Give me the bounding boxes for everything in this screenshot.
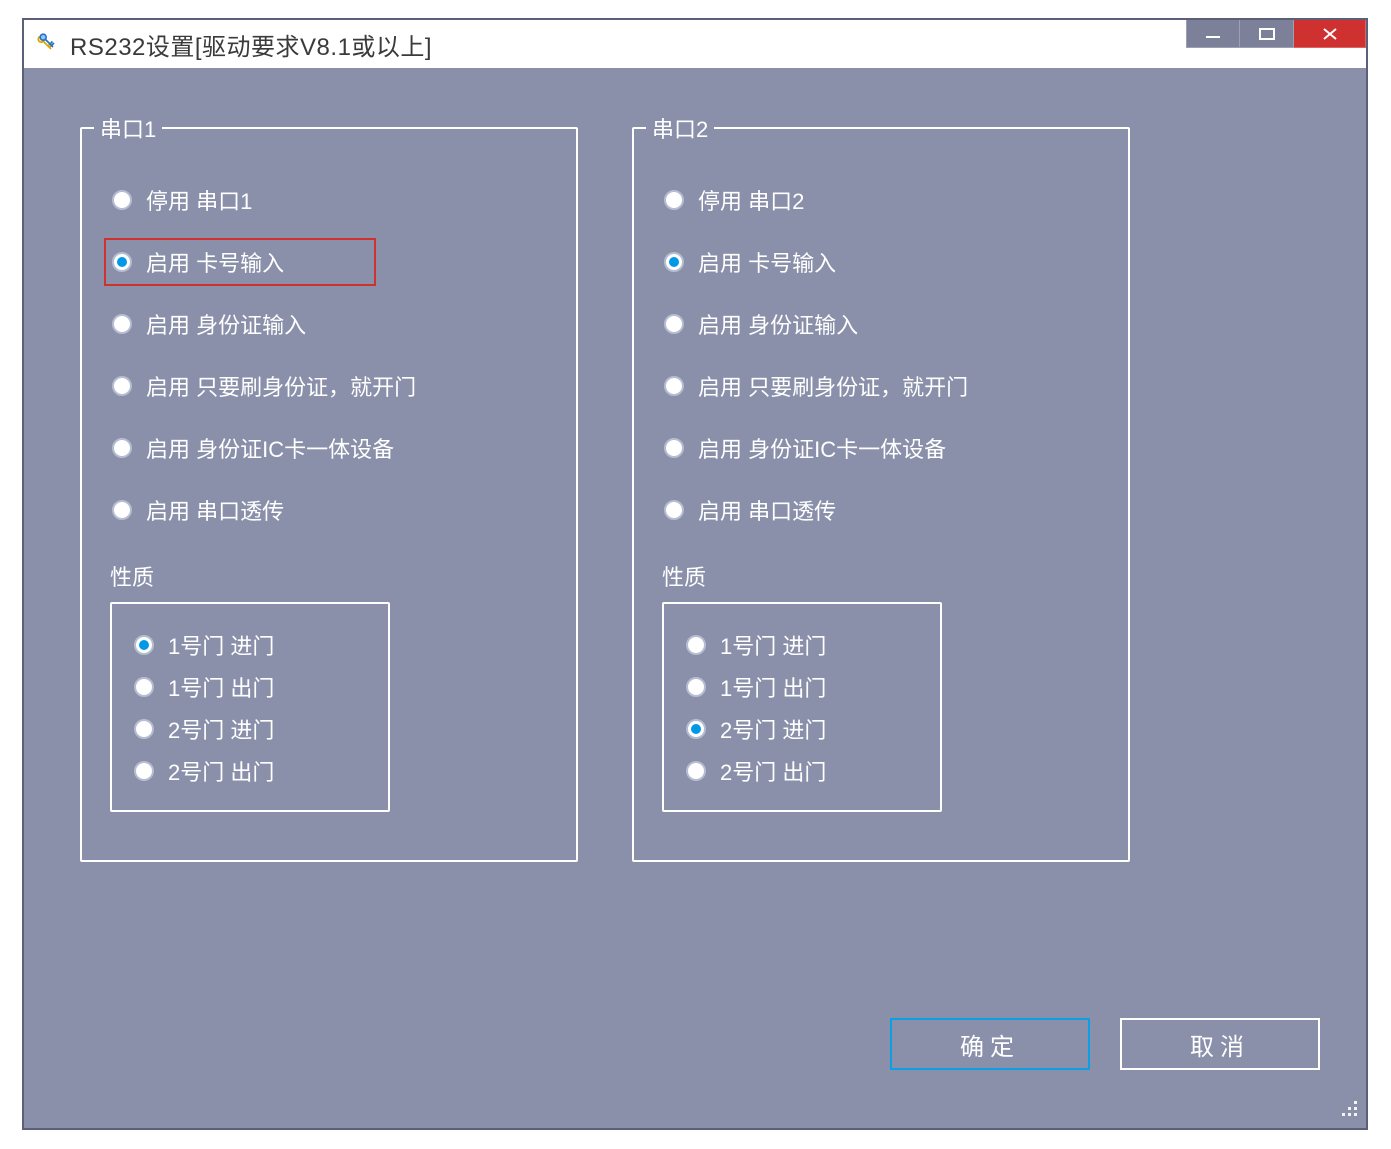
port1-property-option-2[interactable]: 2号门 进门 bbox=[134, 708, 274, 750]
radio-icon bbox=[664, 500, 684, 520]
port1-mode-option-0[interactable]: 停用 串口1 bbox=[106, 180, 258, 220]
port2-mode-option-2[interactable]: 启用 身份证输入 bbox=[658, 304, 864, 344]
app-keys-icon bbox=[32, 30, 60, 58]
port2-mode-option-0[interactable]: 停用 串口2 bbox=[658, 180, 810, 220]
radio-icon bbox=[112, 190, 132, 210]
port2-mode-option-4[interactable]: 启用 身份证IC卡一体设备 bbox=[658, 428, 952, 468]
port1-property-label: 性质 bbox=[110, 560, 576, 592]
radio-icon bbox=[664, 438, 684, 458]
port1-mode-option-label: 停用 串口1 bbox=[146, 184, 252, 216]
port1-mode-options: 停用 串口1 启用 卡号输入启用 身份证输入启用 只要刷身份证，就开门启用 身份证… bbox=[82, 144, 576, 530]
port2-mode-option-label: 启用 卡号输入 bbox=[698, 246, 836, 278]
window-title: RS232设置[驱动要求V8.1或以上] bbox=[70, 27, 432, 62]
radio-icon bbox=[112, 252, 132, 272]
port1-property-option-label: 2号门 进门 bbox=[168, 713, 274, 745]
radio-icon bbox=[686, 677, 706, 697]
port1-property-group: 1号门 进门 1号门 出门 2号门 进门 2号门 出门 bbox=[110, 602, 390, 812]
port2-property-option-2[interactable]: 2号门 进门 bbox=[686, 708, 826, 750]
minimize-button[interactable] bbox=[1186, 20, 1240, 48]
port1-property-option-label: 2号门 出门 bbox=[168, 755, 274, 787]
port2-property-option-label: 2号门 进门 bbox=[720, 713, 826, 745]
port2-mode-options: 停用 串口2 启用 卡号输入启用 身份证输入启用 只要刷身份证，就开门启用 身份证… bbox=[634, 144, 1128, 530]
port2-mode-option-5[interactable]: 启用 串口透传 bbox=[658, 490, 842, 530]
port2-property-option-label: 2号门 出门 bbox=[720, 755, 826, 787]
close-button[interactable] bbox=[1294, 20, 1366, 48]
radio-icon bbox=[112, 500, 132, 520]
group-port1-legend: 串口1 bbox=[94, 112, 162, 144]
port2-mode-option-label: 启用 身份证输入 bbox=[698, 308, 858, 340]
radio-icon bbox=[134, 719, 154, 739]
port2-property-option-label: 1号门 进门 bbox=[720, 629, 826, 661]
radio-icon bbox=[134, 677, 154, 697]
ok-button[interactable]: 确定 bbox=[890, 1018, 1090, 1070]
group-port2: 串口2 停用 串口2 启用 卡号输入启用 身份证输入启用 只要刷身份证，就开门启用… bbox=[632, 112, 1130, 862]
port1-property-option-label: 1号门 进门 bbox=[168, 629, 274, 661]
port2-property-label: 性质 bbox=[662, 560, 1128, 592]
group-port1: 串口1 停用 串口1 启用 卡号输入启用 身份证输入启用 只要刷身份证，就开门启用… bbox=[80, 112, 578, 862]
port1-mode-option-label: 启用 身份证输入 bbox=[146, 308, 306, 340]
cancel-button[interactable]: 取消 bbox=[1120, 1018, 1320, 1070]
radio-icon bbox=[112, 438, 132, 458]
radio-icon bbox=[664, 376, 684, 396]
port2-mode-option-3[interactable]: 启用 只要刷身份证，就开门 bbox=[658, 366, 974, 406]
window-buttons bbox=[1186, 20, 1366, 48]
port2-mode-option-label: 停用 串口2 bbox=[698, 184, 804, 216]
group-port2-legend: 串口2 bbox=[646, 112, 714, 144]
port1-mode-option-label: 启用 只要刷身份证，就开门 bbox=[146, 370, 416, 402]
port1-mode-option-label: 启用 串口透传 bbox=[146, 494, 284, 526]
port2-property-option-0[interactable]: 1号门 进门 bbox=[686, 624, 826, 666]
port1-mode-option-4[interactable]: 启用 身份证IC卡一体设备 bbox=[106, 428, 400, 468]
radio-icon bbox=[134, 635, 154, 655]
port1-mode-option-3[interactable]: 启用 只要刷身份证，就开门 bbox=[106, 366, 422, 406]
port1-mode-option-2[interactable]: 启用 身份证输入 bbox=[106, 304, 312, 344]
radio-icon bbox=[112, 376, 132, 396]
port2-mode-option-label: 启用 串口透传 bbox=[698, 494, 836, 526]
port2-mode-option-1[interactable]: 启用 卡号输入 bbox=[658, 242, 842, 282]
maximize-button[interactable] bbox=[1240, 20, 1294, 48]
port1-mode-option-label: 启用 卡号输入 bbox=[146, 246, 284, 278]
port2-mode-option-label: 启用 身份证IC卡一体设备 bbox=[698, 432, 946, 464]
radio-icon bbox=[134, 761, 154, 781]
radio-icon bbox=[664, 252, 684, 272]
radio-icon bbox=[686, 719, 706, 739]
port1-mode-option-label: 启用 身份证IC卡一体设备 bbox=[146, 432, 394, 464]
resize-grip-icon[interactable] bbox=[1342, 1101, 1360, 1124]
port1-mode-option-5[interactable]: 启用 串口透传 bbox=[106, 490, 290, 530]
radio-icon bbox=[686, 761, 706, 781]
port2-property-option-1[interactable]: 1号门 出门 bbox=[686, 666, 826, 708]
radio-icon bbox=[664, 314, 684, 334]
port2-property-option-3[interactable]: 2号门 出门 bbox=[686, 750, 826, 792]
port1-property-option-3[interactable]: 2号门 出门 bbox=[134, 750, 274, 792]
port2-property-option-label: 1号门 出门 bbox=[720, 671, 826, 703]
port1-property-option-1[interactable]: 1号门 出门 bbox=[134, 666, 274, 708]
radio-icon bbox=[112, 314, 132, 334]
port1-property-option-0[interactable]: 1号门 进门 bbox=[134, 624, 274, 666]
port1-mode-option-1[interactable]: 启用 卡号输入 bbox=[104, 238, 376, 286]
client-area: 串口1 停用 串口1启用 卡号输入启用 身份证输入启用 只要刷身份证，就开门启用… bbox=[24, 68, 1366, 1128]
radio-icon bbox=[686, 635, 706, 655]
radio-icon bbox=[664, 190, 684, 210]
port2-property-group: 1号门 进门 1号门 出门 2号门 进门 2号门 出门 bbox=[662, 602, 942, 812]
port1-property-option-label: 1号门 出门 bbox=[168, 671, 274, 703]
dialog-window: RS232设置[驱动要求V8.1或以上] 串口1 停用 串口1启用 卡号输入启用… bbox=[22, 18, 1368, 1130]
titlebar[interactable]: RS232设置[驱动要求V8.1或以上] bbox=[24, 20, 1366, 68]
port2-mode-option-label: 启用 只要刷身份证，就开门 bbox=[698, 370, 968, 402]
footer-buttons: 确定 取消 bbox=[890, 1018, 1320, 1070]
